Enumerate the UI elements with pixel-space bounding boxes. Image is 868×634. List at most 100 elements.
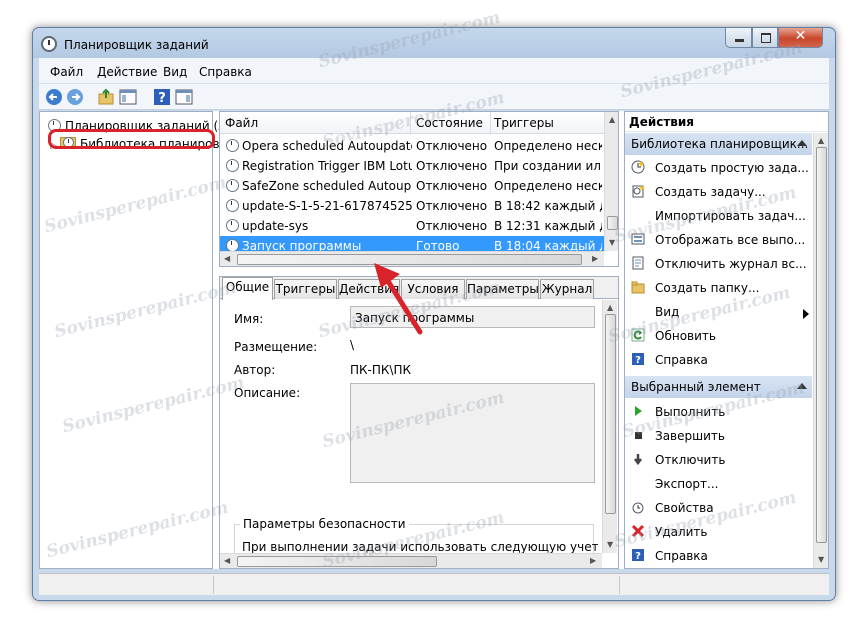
col-header-state[interactable]: Состояние (416, 116, 483, 130)
help-icon: ? (632, 353, 644, 366)
task-clock-icon (226, 219, 239, 232)
scroll-thumb[interactable] (237, 556, 437, 567)
menu-help[interactable]: Справка (199, 65, 252, 79)
action-new-folder[interactable]: Создать папку... (631, 277, 811, 299)
menu-view[interactable]: Вид (163, 65, 187, 79)
location-label: Размещение: (234, 340, 318, 354)
scroll-thumb[interactable] (607, 216, 618, 230)
tab-settings[interactable]: Параметры (466, 279, 539, 299)
submenu-arrow-icon (803, 309, 809, 319)
action-create-task[interactable]: Создать задачу... (631, 181, 811, 203)
col-header-file[interactable]: Файл (225, 116, 258, 130)
scroll-down-icon[interactable]: ▼ (607, 540, 613, 549)
tab-actions[interactable]: Действия (338, 279, 400, 299)
scroll-right-icon[interactable]: ▶ (590, 556, 596, 565)
col-header-triggers[interactable]: Триггеры (494, 116, 554, 130)
action-end[interactable]: Завершить (631, 425, 811, 447)
table-row[interactable]: Opera scheduled Autoupdate... Отключено … (220, 136, 604, 156)
disable-icon (634, 454, 642, 466)
details-horizontal-scrollbar[interactable]: ◀ ▶ (220, 553, 602, 568)
refresh-icon (631, 328, 645, 342)
task-list-vertical-scrollbar[interactable]: ▲ ▼ (604, 112, 618, 251)
action-disable-log[interactable]: Отключить журнал вс... (631, 253, 811, 275)
table-row[interactable]: SafeZone scheduled Autoupd... Отключено … (220, 176, 604, 196)
section-library[interactable]: Библиотека планировщик... (625, 133, 812, 155)
action-disable[interactable]: Отключить (631, 449, 811, 471)
action-display-running[interactable]: Отображать все выпо... (631, 229, 811, 251)
delete-icon (631, 524, 645, 538)
scroll-right-icon[interactable]: ▶ (592, 254, 598, 263)
task-list-horizontal-scrollbar[interactable]: ◀ ▶ (220, 251, 604, 266)
tab-general[interactable]: Общие (222, 277, 273, 300)
tab-conditions[interactable]: Условия (401, 279, 465, 299)
scroll-up-icon[interactable]: ▲ (607, 303, 613, 312)
scroll-down-icon[interactable]: ▼ (609, 238, 615, 247)
scroll-thumb[interactable] (605, 314, 616, 514)
action-create-basic-task[interactable]: Создать простую зада... (631, 157, 811, 179)
svg-text:?: ? (635, 551, 641, 562)
section-selected-item[interactable]: Выбранный элемент (625, 376, 812, 398)
task-clock-icon (226, 139, 239, 152)
details-vertical-scrollbar[interactable]: ▲ ▼ (602, 300, 617, 553)
minimize-button[interactable] (725, 28, 752, 48)
collapse-icon[interactable] (797, 140, 807, 146)
scroll-down-icon[interactable]: ▼ (818, 555, 824, 564)
scroll-up-icon[interactable]: ▲ (818, 136, 824, 145)
console-tree: Планировщик заданий (Л ▷ Библиотека плани… (39, 111, 227, 569)
status-bar (39, 573, 829, 595)
content-area: Планировщик заданий (Л ▷ Библиотека плани… (39, 111, 829, 569)
security-group-title: Параметры безопасности (240, 517, 409, 531)
forward-icon[interactable] (66, 88, 84, 106)
action-refresh[interactable]: Обновить (631, 325, 811, 347)
new-folder-icon (631, 281, 645, 294)
tab-triggers[interactable]: Триггеры (274, 279, 337, 299)
author-value: ПК-ПК\ПК (350, 363, 412, 377)
up-folder-icon[interactable] (97, 88, 115, 106)
action-export[interactable]: Экспорт... (631, 473, 811, 495)
task-details-pane: Общие Триггеры Действия Условия Параметр… (219, 276, 619, 569)
scroll-left-icon[interactable]: ◀ (224, 254, 230, 263)
table-row[interactable]: update-S-1-5-21-617874525-... Отключено … (220, 196, 604, 216)
action-help-selected[interactable]: ? Справка (631, 545, 811, 567)
task-clock-icon (226, 179, 239, 192)
help-icon: ? (632, 549, 644, 562)
task-list-header: Файл Состояние Триггеры (220, 112, 604, 134)
disable-log-icon (632, 256, 644, 270)
action-import-task[interactable]: Импортировать задач... (631, 205, 811, 227)
action-properties[interactable]: Свойства (631, 497, 811, 519)
action-view[interactable]: Вид (631, 301, 811, 323)
title-bar[interactable]: Планировщик заданий ✕ (33, 28, 835, 58)
action-help[interactable]: ? Справка (631, 349, 811, 371)
scroll-left-icon[interactable]: ◀ (224, 556, 230, 565)
scroll-up-icon[interactable]: ▲ (609, 115, 615, 124)
task-scheduler-window: Планировщик заданий ✕ Файл Действие Вид … (32, 27, 836, 601)
show-hide-console-tree-icon[interactable] (119, 88, 137, 106)
scroll-thumb[interactable] (816, 147, 827, 543)
close-button[interactable]: ✕ (778, 28, 823, 48)
actions-vertical-scrollbar[interactable]: ▲ ▼ (813, 133, 828, 568)
back-icon[interactable] (45, 88, 63, 106)
action-run[interactable]: Выполнить (631, 401, 811, 423)
maximize-button[interactable] (752, 28, 778, 48)
show-hide-action-pane-icon[interactable] (175, 88, 193, 106)
location-value: \ (350, 338, 355, 352)
task-scheduler-app-icon (41, 36, 57, 52)
description-label: Описание: (234, 386, 301, 400)
create-basic-task-icon (631, 160, 645, 174)
run-icon (635, 406, 642, 416)
description-field[interactable] (350, 383, 595, 483)
name-value: Запуск программы (355, 311, 475, 325)
menu-action[interactable]: Действие (97, 65, 157, 79)
task-list: Файл Состояние Триггеры Opera scheduled … (219, 111, 619, 267)
scroll-thumb[interactable] (237, 254, 582, 265)
help-icon[interactable]: ? (153, 88, 171, 106)
menu-bar: Файл Действие Вид Справка (39, 58, 829, 84)
tab-history[interactable]: Журнал (540, 279, 594, 299)
end-icon (635, 432, 642, 439)
table-row[interactable]: update-sys Отключено В 12:31 каждый ден (220, 216, 604, 236)
action-delete[interactable]: Удалить (631, 521, 811, 543)
collapse-icon[interactable] (797, 383, 807, 389)
menu-file[interactable]: Файл (50, 65, 83, 79)
task-clock-icon (226, 199, 239, 212)
table-row[interactable]: Registration Trigger IBM Lotu... Отключе… (220, 156, 604, 176)
